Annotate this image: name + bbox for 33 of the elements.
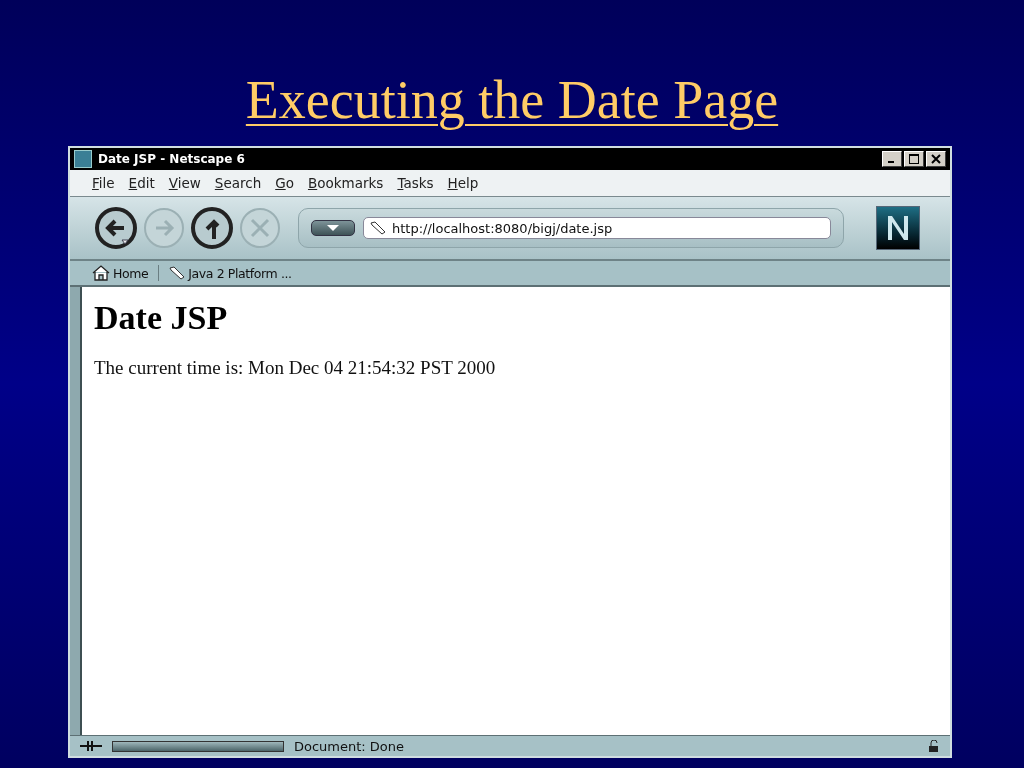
slide-title: Executing the Date Page xyxy=(245,69,779,132)
close-button[interactable] xyxy=(926,151,946,167)
bookmark-icon xyxy=(370,221,386,235)
menu-item[interactable]: View xyxy=(168,175,201,191)
menu-item[interactable]: File xyxy=(92,175,115,191)
close-icon xyxy=(931,154,941,164)
sidebar-gutter[interactable] xyxy=(70,287,82,735)
home-icon xyxy=(92,265,110,281)
menu-item[interactable]: Bookmarks xyxy=(307,175,384,191)
bookmark-button[interactable]: Java 2 Platform ... xyxy=(167,265,294,281)
address-field[interactable]: http://localhost:8080/bigj/date.jsp xyxy=(363,217,831,239)
page-heading: Date JSP xyxy=(94,299,229,337)
bookmark-icon xyxy=(169,266,186,280)
menu-item[interactable]: Help xyxy=(447,175,479,191)
bookmark-button[interactable]: Home xyxy=(90,265,151,281)
lock-icon xyxy=(928,740,940,752)
menu-item[interactable]: Go xyxy=(275,175,294,191)
caret-icon xyxy=(327,225,339,231)
menu-item[interactable]: Search xyxy=(214,175,262,191)
menu-item[interactable]: Tasks xyxy=(397,175,434,191)
page-text: The current time is: Mon Dec 04 21:54:32 PST 2000 xyxy=(94,357,497,379)
connection-icon xyxy=(80,740,102,752)
throbber-logo[interactable] xyxy=(876,206,920,250)
maximize-button[interactable] xyxy=(904,151,924,167)
reload-button[interactable] xyxy=(190,206,234,250)
back-button[interactable] xyxy=(94,206,138,250)
maximize-icon xyxy=(909,154,919,164)
window-title: Date JSP - Netscape 6 xyxy=(98,152,246,166)
search-dropdown-button[interactable] xyxy=(311,220,355,236)
menu-item[interactable]: Edit xyxy=(128,175,155,191)
status-text: Document: Done xyxy=(294,738,406,754)
app-icon xyxy=(74,150,92,168)
minimize-button[interactable] xyxy=(882,151,902,167)
